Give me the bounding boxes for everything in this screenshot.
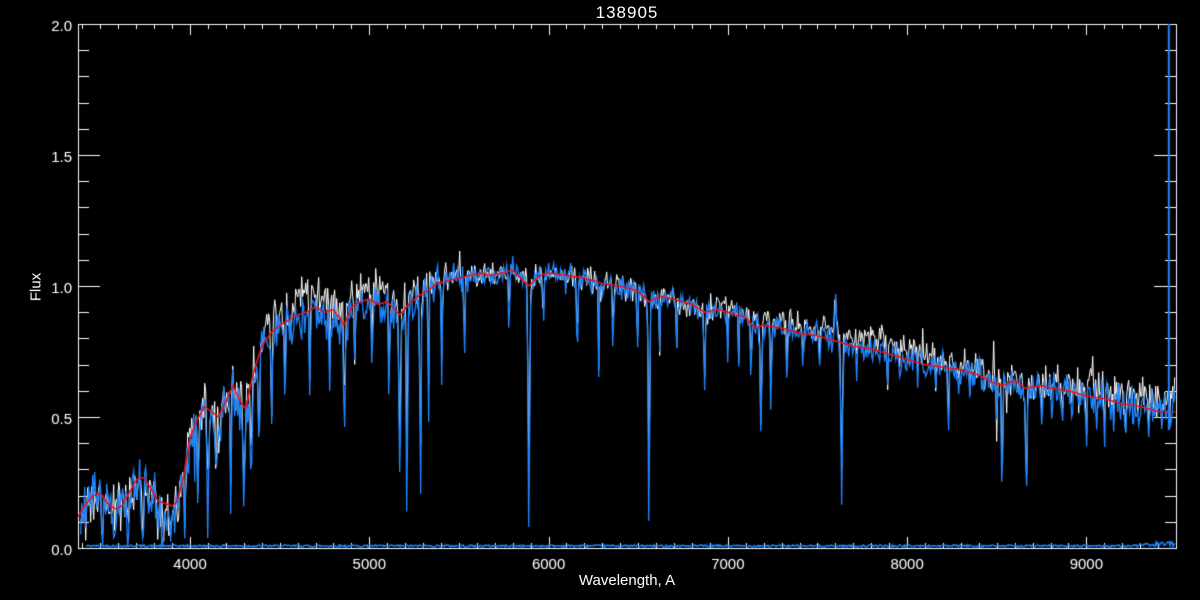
spectrum-plot-canvas: [0, 0, 1200, 600]
plot-title: 138905: [595, 3, 659, 22]
x-axis-label: Wavelength, A: [578, 572, 676, 589]
spectrum-figure: 138905 Flux Wavelength, A: [0, 0, 1200, 600]
y-axis-label: Flux: [27, 272, 45, 302]
